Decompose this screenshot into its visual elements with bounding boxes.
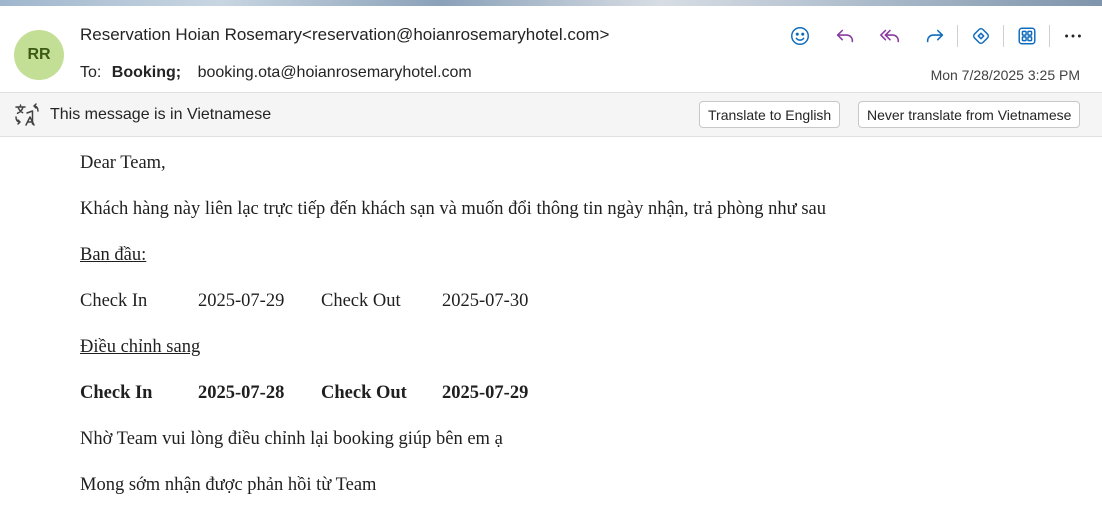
apps-icon [1018,27,1036,45]
reply-icon [836,29,854,43]
checkout-date: 2025-07-30 [442,291,529,311]
checkin-date: 2025-07-28 [198,383,285,403]
original-heading: Ban đầu: [80,244,826,290]
reply-button[interactable] [828,22,862,50]
body-line: Mong sớm nhận được phản hồi từ Team [80,475,377,495]
recipient-name[interactable]: Booking; [112,64,181,81]
message-header: RR Reservation Hoian Rosemary<reservatio… [0,6,1102,92]
emoji-icon [791,27,809,45]
more-icon [1065,34,1081,38]
forward-button[interactable] [918,22,952,50]
adjust-heading: Điều chỉnh sang [80,336,826,382]
message-actions [783,22,1101,50]
checkin-label: Check In [80,291,148,311]
greeting: Dear Team, [80,153,166,173]
toolbar-divider [957,25,958,47]
message-body: Dear Team, Khách hàng này liên lạc trực … [80,152,826,508]
copilot-button[interactable] [964,22,998,50]
reply-all-icon [880,29,900,43]
recipient-email[interactable]: booking.ota@hoianrosemaryhotel.com [198,64,472,81]
original-heading-text: Ban đầu: [80,245,147,265]
checkout-date: 2025-07-29 [442,383,529,403]
forward-icon [926,29,944,43]
sender-name[interactable]: Reservation Hoian Rosemary<reservation@h… [80,25,609,45]
toolbar-divider [1049,25,1050,47]
translate-button[interactable]: Translate to English [699,101,841,128]
recipients-line: To: Booking; booking.ota@hoianrosemaryho… [80,64,472,82]
checkout-label: Check Out [321,383,407,403]
toolbar-divider [1003,25,1004,47]
more-actions-button[interactable] [1056,22,1090,50]
original-dates-row: Check In 2025-07-29 Check Out 2025-07-30 [80,290,826,336]
to-label: To: [80,64,102,81]
checkin-date: 2025-07-29 [198,291,285,311]
adjusted-dates-row: Check In 2025-07-28 Check Out 2025-07-29 [80,382,826,428]
copilot-icon [972,27,990,45]
translate-icon [15,103,39,126]
body-line: Khách hàng này liên lạc trực tiếp đến kh… [80,199,826,219]
adjust-heading-text: Điều chỉnh sang [80,337,201,357]
checkin-label: Check In [80,383,153,403]
never-translate-button[interactable]: Never translate from Vietnamese [858,101,1081,128]
avatar[interactable]: RR [14,30,64,80]
body-line: Nhờ Team vui lòng điều chỉnh lại booking… [80,429,503,449]
translation-message: This message is in Vietnamese [50,106,272,123]
reply-all-button[interactable] [873,22,907,50]
checkout-label: Check Out [321,291,401,311]
apps-button[interactable] [1010,22,1044,50]
translation-bar: This message is in Vietnamese Translate … [0,92,1102,137]
message-date: Mon 7/28/2025 3:25 PM [930,67,1080,83]
emoji-button[interactable] [783,22,817,50]
